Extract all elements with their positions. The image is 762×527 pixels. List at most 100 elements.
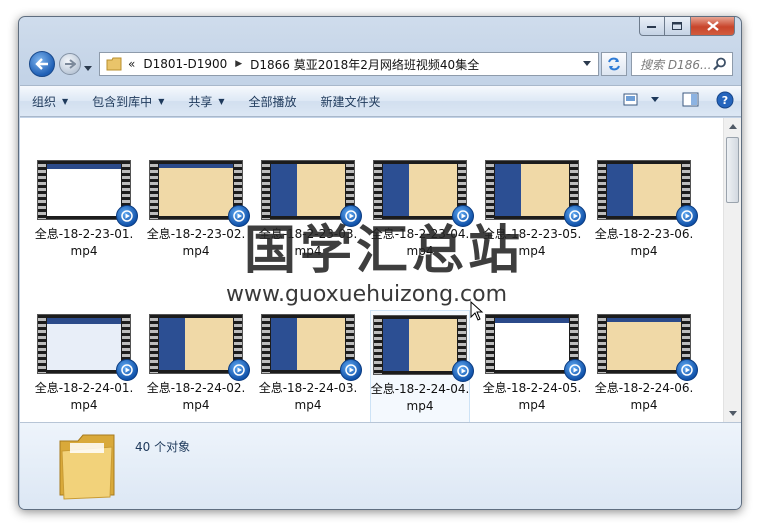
chevron-down-icon: ▼ bbox=[158, 96, 165, 106]
video-frame bbox=[383, 319, 457, 371]
video-thumbnail bbox=[597, 314, 698, 381]
video-thumbnail bbox=[373, 315, 474, 382]
command-toolbar: 组织 ▼ 包含到库中 ▼ 共享 ▼ 全部播放 新建文件夹 ? bbox=[20, 85, 741, 117]
arrow-left-icon bbox=[35, 58, 48, 70]
file-item[interactable]: 全息-18-2-24-05.mp4 bbox=[482, 310, 586, 422]
chevron-up-icon bbox=[728, 124, 737, 129]
video-thumbnail bbox=[485, 314, 586, 381]
file-item[interactable]: 全息-18-2-24-01.mp4 bbox=[34, 310, 138, 422]
file-name: 全息-18-2-23-01.mp4 bbox=[34, 227, 134, 258]
video-frame bbox=[607, 318, 681, 370]
file-item[interactable]: 全息-18-2-24-02.mp4 bbox=[146, 310, 250, 422]
video-thumbnail bbox=[149, 314, 250, 381]
play-all-label: 全部播放 bbox=[248, 94, 297, 109]
chevron-down-icon[interactable] bbox=[583, 61, 592, 67]
video-thumbnail bbox=[37, 160, 138, 227]
film-strip bbox=[38, 315, 46, 373]
chevron-down-icon: ▼ bbox=[218, 96, 225, 106]
film-strip bbox=[38, 161, 46, 219]
video-thumbnail bbox=[261, 314, 362, 381]
file-name: 全息-18-2-23-06.mp4 bbox=[594, 227, 694, 258]
vertical-scrollbar[interactable] bbox=[723, 118, 741, 422]
file-name: 全息-18-2-24-06.mp4 bbox=[594, 381, 694, 412]
back-button[interactable] bbox=[29, 51, 55, 77]
share-menu[interactable]: 共享 ▼ bbox=[176, 93, 236, 110]
organize-menu[interactable]: 组织 ▼ bbox=[20, 93, 80, 110]
close-button[interactable] bbox=[691, 17, 735, 36]
file-name: 全息-18-2-24-01.mp4 bbox=[34, 381, 134, 412]
maximize-button[interactable] bbox=[665, 17, 691, 36]
address-row: « D1801-D1900 ▶ D1866 莫亚2018年2月网络班视频40集全… bbox=[19, 47, 741, 81]
media-player-icon bbox=[676, 359, 698, 381]
details-pane: 40 个对象 bbox=[20, 422, 741, 509]
minimize-icon bbox=[647, 26, 656, 28]
file-item[interactable]: 全息-18-2-24-03.mp4 bbox=[258, 310, 362, 422]
refresh-icon bbox=[608, 57, 620, 71]
preview-pane-icon[interactable] bbox=[682, 92, 700, 108]
forward-button[interactable] bbox=[59, 53, 81, 75]
file-item[interactable]: 全息-18-2-24-04.mp4 bbox=[370, 310, 474, 422]
play-all-button[interactable]: 全部播放 bbox=[237, 93, 309, 110]
svg-text:?: ? bbox=[722, 94, 728, 107]
toolbar-right: ? bbox=[623, 91, 734, 109]
refresh-button[interactable] bbox=[601, 52, 627, 76]
media-player-icon bbox=[452, 360, 474, 382]
file-name: 全息-18-2-24-05.mp4 bbox=[482, 381, 582, 412]
film-strip bbox=[150, 315, 158, 373]
media-player-icon bbox=[340, 359, 362, 381]
film-strip bbox=[598, 161, 606, 219]
breadcrumb-separator[interactable]: ▶ bbox=[235, 59, 242, 69]
media-player-icon bbox=[116, 205, 138, 227]
close-icon bbox=[706, 21, 719, 31]
film-strip bbox=[374, 316, 382, 374]
video-thumbnail bbox=[149, 160, 250, 227]
film-strip bbox=[150, 161, 158, 219]
caption-buttons bbox=[639, 17, 735, 36]
include-in-library-label: 包含到库中 bbox=[92, 94, 153, 109]
chevron-down-icon bbox=[84, 66, 92, 71]
new-folder-button[interactable]: 新建文件夹 bbox=[309, 93, 393, 110]
file-item[interactable]: 全息-18-2-23-06.mp4 bbox=[594, 156, 698, 286]
watermark-url: www.guoxuehuizong.com bbox=[226, 282, 508, 307]
film-strip bbox=[598, 315, 606, 373]
file-name: 全息-18-2-24-02.mp4 bbox=[146, 381, 246, 412]
file-name: 全息-18-2-24-03.mp4 bbox=[258, 381, 358, 412]
search-input[interactable]: 搜索 D186... bbox=[631, 52, 733, 76]
scroll-down-button[interactable] bbox=[724, 405, 741, 422]
scrollbar-thumb[interactable] bbox=[726, 137, 739, 203]
maximize-icon bbox=[672, 21, 682, 30]
breadcrumb-parent[interactable]: D1801-D1900 bbox=[143, 57, 227, 71]
item-count: 40 个对象 bbox=[135, 440, 191, 454]
recent-pages-dropdown[interactable] bbox=[84, 61, 93, 75]
chevron-down-icon bbox=[728, 411, 737, 416]
share-label: 共享 bbox=[188, 94, 213, 109]
watermark-title: 国学汇总站 bbox=[244, 221, 525, 281]
media-player-icon bbox=[564, 359, 586, 381]
video-frame bbox=[607, 164, 681, 216]
search-icon[interactable] bbox=[713, 57, 727, 71]
mouse-cursor-icon bbox=[470, 301, 484, 321]
folder-icon bbox=[59, 434, 115, 500]
view-options-icon[interactable] bbox=[623, 93, 639, 107]
new-folder-label: 新建文件夹 bbox=[320, 94, 381, 109]
overflow-chevron[interactable]: « bbox=[128, 57, 135, 71]
arrow-right-icon bbox=[65, 59, 76, 69]
minimize-button[interactable] bbox=[639, 17, 665, 36]
file-name: 全息-18-2-23-02.mp4 bbox=[146, 227, 246, 258]
media-player-icon bbox=[116, 359, 138, 381]
scroll-up-button[interactable] bbox=[724, 118, 741, 135]
video-frame bbox=[159, 164, 233, 216]
folder-icon bbox=[106, 57, 122, 71]
help-icon[interactable]: ? bbox=[716, 91, 734, 109]
include-in-library-menu[interactable]: 包含到库中 ▼ bbox=[80, 93, 176, 110]
address-bar[interactable]: « D1801-D1900 ▶ D1866 莫亚2018年2月网络班视频40集全 bbox=[99, 52, 599, 76]
video-frame bbox=[271, 318, 345, 370]
breadcrumb-current[interactable]: D1866 莫亚2018年2月网络班视频40集全 bbox=[250, 56, 479, 73]
file-item[interactable]: 全息-18-2-24-06.mp4 bbox=[594, 310, 698, 422]
file-item[interactable]: 全息-18-2-23-01.mp4 bbox=[34, 156, 138, 286]
media-player-icon bbox=[676, 205, 698, 227]
chevron-down-icon[interactable] bbox=[651, 97, 660, 103]
media-player-icon bbox=[228, 359, 250, 381]
video-frame bbox=[47, 164, 121, 216]
file-item[interactable]: 全息-18-2-23-02.mp4 bbox=[146, 156, 250, 286]
